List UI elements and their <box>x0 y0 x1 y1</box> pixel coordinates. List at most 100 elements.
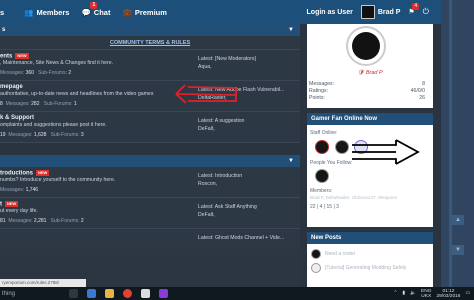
page-scrollbar[interactable]: ▲ ▼ <box>441 0 474 287</box>
nav-premium[interactable]: 💼 Premium <box>122 8 166 17</box>
profile-avatar[interactable] <box>346 26 386 66</box>
category-spacer <box>0 143 300 155</box>
volume-icon[interactable]: 🔈 <box>410 291 416 296</box>
forum-stats: Messages: 360 Sub-Forums: 2 <box>0 70 72 76</box>
sidebar: 🛡 Brad P Messages: 8 Ratings: 46/0/0 Point… <box>302 24 441 287</box>
forum-title[interactable]: k & Support <box>0 115 34 121</box>
tray-up-icon[interactable]: ⌃ <box>393 291 397 296</box>
new-badge: NEW <box>15 53 29 59</box>
forum-row[interactable]: ents NEW , Maintenance, Site News & Chang… <box>0 50 300 81</box>
forum-title[interactable]: mepage <box>0 84 23 90</box>
forum-description: ut every day life. <box>0 208 38 214</box>
post-avatar[interactable] <box>311 263 321 273</box>
nav-members[interactable]: 👥 Members <box>24 8 69 17</box>
top-navigation: s 👥 Members 💬 1 Chat 💼 Premium Login as … <box>0 0 441 24</box>
chat-icon: 💬 <box>81 7 91 17</box>
online-counts: 22 | 4 | 15 | 3 <box>310 204 339 210</box>
nav-forums-label: s <box>0 7 5 17</box>
network-icon[interactable]: ▮ <box>402 291 405 296</box>
nav-chat[interactable]: 💬 1 Chat <box>81 1 111 17</box>
stat-ratings: Ratings: 46/0/0 <box>309 88 425 94</box>
followed-avatar[interactable] <box>315 169 329 183</box>
taskbar: thing ⌃ ▮ 🔈 ENG UKX 01:12 29/03/2016 ▭ <box>0 287 474 300</box>
forum-stats: Messages: 1,746 <box>0 187 39 193</box>
forum-row[interactable]: troductions NEW numbs? Introduce yourself… <box>0 167 300 198</box>
online-now-box: Gamer Fan Online Now Staff Online: Peopl… <box>307 113 433 227</box>
forum-stats: 8 Messages: 282 Sub-Forums: 1 <box>0 101 77 107</box>
language-indicator[interactable]: ENG UKX <box>421 289 431 299</box>
premium-icon: 💼 <box>122 7 132 17</box>
scroll-track <box>449 0 452 287</box>
forum-latest-post[interactable]: Latest: New Adobe Flash Vulnerabil... Del… <box>198 86 284 102</box>
nav-forums-fragment[interactable]: s <box>0 8 4 17</box>
staff-avatar[interactable] <box>335 140 349 154</box>
collapse-icon[interactable]: ▼ <box>288 158 294 164</box>
alerts-badge: 4 <box>412 3 420 10</box>
notification-icon[interactable]: ▭ <box>465 291 470 296</box>
forum-stats: 19 Messages: 1,628 Sub-Forums: 3 <box>0 132 84 138</box>
task-view-icon[interactable] <box>69 289 78 298</box>
new-post-link[interactable]: [Tutorial] Generating Modding Safely <box>325 265 406 271</box>
staff-avatar[interactable] <box>354 140 368 154</box>
forum-latest-post[interactable]: Latest: Ghost Mods Channel + Vide... <box>198 234 284 242</box>
forum-latest-post[interactable]: Latest: A suggestion DeFalt, <box>198 117 244 133</box>
nav-members-label: Members <box>36 7 70 17</box>
edge-browser-icon[interactable] <box>87 289 96 298</box>
stat-points: Points: 26 <box>309 95 425 101</box>
staff-avatar[interactable] <box>315 140 329 154</box>
people-follow-label: People You Follow: <box>310 160 353 166</box>
profile-card: 🛡 Brad P Messages: 8 Ratings: 46/0/0 Point… <box>307 24 433 108</box>
forum-row[interactable]: mepage authoritative, up-to-date news an… <box>0 81 300 112</box>
username-link[interactable]: Brad P <box>378 9 401 16</box>
members-list[interactable]: Brad P, DeltaRaider, Oblivion247, Weapon… <box>310 195 428 200</box>
power-icon[interactable]: ⏻ <box>423 7 429 17</box>
user-avatar[interactable] <box>360 5 375 19</box>
staff-online-label: Staff Online: <box>310 130 338 136</box>
forum-title[interactable]: t NEW <box>0 201 19 208</box>
forum-latest-post[interactable]: Latest: [New Moderators] Aqua, <box>198 55 256 71</box>
alerts-icon[interactable]: ⚑ 4 <box>408 3 420 16</box>
avatar-image <box>352 32 380 60</box>
forum-latest-post[interactable]: Latest: Ask Staff Anything DeFalt, <box>198 203 257 219</box>
login-as-user-link[interactable]: Login as User <box>307 9 353 16</box>
members-icon: 👥 <box>24 7 34 17</box>
chrome-icon[interactable] <box>123 289 132 298</box>
forum-description: authoritative, up-to-date news and headl… <box>0 91 154 97</box>
forum-row[interactable]: Latest: Ghost Mods Channel + Vide... <box>0 229 300 249</box>
chat-badge: 1 <box>90 1 98 9</box>
online-now-title: Gamer Fan Online Now <box>307 113 433 125</box>
app-icon[interactable] <box>159 289 168 298</box>
new-badge: NEW <box>5 201 19 207</box>
community-terms-link[interactable]: COMMUNITY TERMS & RULES <box>0 36 300 50</box>
forum-row[interactable]: k & Support omplaints and suggestions pl… <box>0 112 300 143</box>
new-posts-title: New Posts <box>307 232 433 244</box>
forum-description: , Maintenance, Site News & Changes find … <box>0 60 114 66</box>
taskbar-search[interactable]: thing <box>0 291 60 297</box>
nav-premium-label: Premium <box>134 7 167 17</box>
profile-username[interactable]: 🛡 Brad P <box>307 70 433 76</box>
category-header[interactable]: s ▼ <box>0 24 300 36</box>
link-url-tooltip: ryemporium.com/rules.2788/ <box>0 279 86 287</box>
new-posts-box: New Posts Need a roster [Tutorial] Gener… <box>307 232 433 287</box>
user-shield-icon: 🛡 <box>357 70 365 76</box>
forum-description: numbs? Introduce yourself to the communi… <box>0 177 116 183</box>
new-post-link[interactable]: Need a roster <box>325 251 355 257</box>
post-avatar[interactable] <box>311 249 321 259</box>
nav-chat-label: Chat <box>93 7 111 17</box>
forum-title[interactable]: ents NEW <box>0 53 29 60</box>
store-icon[interactable] <box>141 289 150 298</box>
category-header[interactable]: ▼ <box>0 155 300 167</box>
forum-title[interactable]: troductions NEW <box>0 170 50 177</box>
collapse-icon[interactable]: ▼ <box>288 27 294 33</box>
forum-description: omplaints and suggestions please post it… <box>0 122 107 128</box>
scroll-down-button[interactable]: ▼ <box>452 245 464 255</box>
stat-messages: Messages: 8 <box>309 81 425 87</box>
clock[interactable]: 01:12 29/03/2016 <box>436 289 460 299</box>
forum-latest-post[interactable]: Latest: Introduction Roxcon, <box>198 172 242 188</box>
forum-row[interactable]: t NEW ut every day life. 81 Messages: 2,2… <box>0 198 300 229</box>
forum-list: s ▼ COMMUNITY TERMS & RULES ents NEW , Ma… <box>0 24 300 287</box>
category-title: s <box>2 27 6 33</box>
scroll-up-button[interactable]: ▲ <box>452 215 464 225</box>
file-explorer-icon[interactable] <box>105 289 114 298</box>
new-badge: NEW <box>36 170 50 176</box>
